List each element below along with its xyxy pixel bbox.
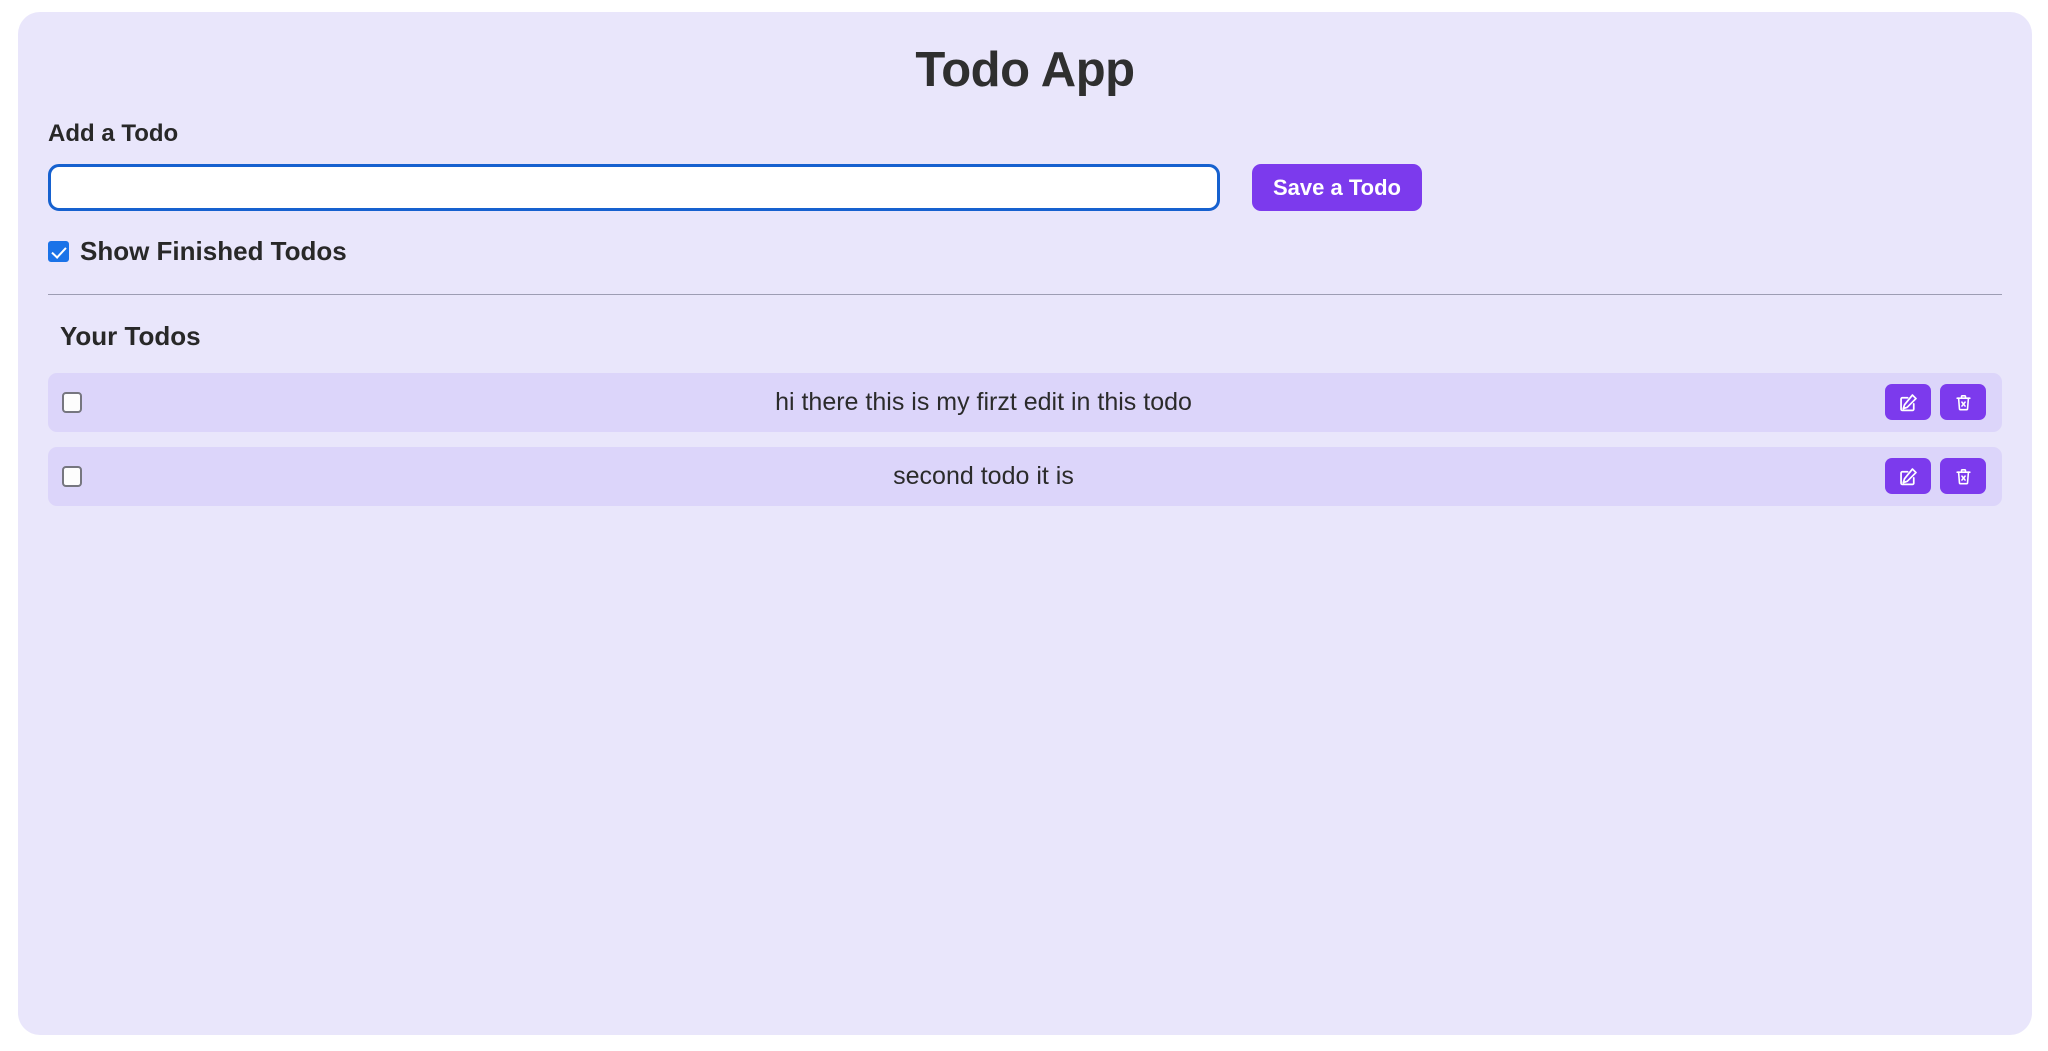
todo-done-checkbox[interactable] xyxy=(62,391,82,413)
todo-list-item[interactable]: second todo it is xyxy=(48,446,2002,506)
show-finished-label: Show Finished Todos xyxy=(80,235,347,266)
checkbox-checked-icon[interactable] xyxy=(48,240,69,262)
todo-app-card: Todo App Add a Todo Save a Todo Show Fin… xyxy=(18,12,2032,1035)
delete-todo-button[interactable] xyxy=(1940,458,1986,495)
edit-todo-button[interactable] xyxy=(1885,458,1931,495)
add-todo-label: Add a Todo xyxy=(48,120,179,148)
trash-x-icon xyxy=(1954,392,1973,413)
edit-pencil-square-icon xyxy=(1898,392,1919,413)
page-title: Todo App xyxy=(915,43,1135,97)
todo-list-item[interactable]: hi there this is my firzt edit in this t… xyxy=(48,372,2002,432)
todo-text-input[interactable] xyxy=(48,163,1220,211)
todo-done-checkbox[interactable] xyxy=(62,465,82,487)
your-todos-heading: Your Todos xyxy=(60,320,201,351)
todo-list: hi there this is my firzt edit in this t… xyxy=(48,372,2002,506)
todo-item-actions xyxy=(1885,458,1986,495)
show-finished-filter-row[interactable]: Show Finished Todos xyxy=(48,236,2002,267)
section-divider xyxy=(48,293,2002,295)
todo-item-text: second todo it is xyxy=(893,462,1074,491)
trash-x-icon xyxy=(1954,466,1973,487)
save-todo-button[interactable]: Save a Todo xyxy=(1252,163,1422,211)
edit-pencil-square-icon xyxy=(1898,466,1919,487)
todo-item-text: hi there this is my firzt edit in this t… xyxy=(775,388,1192,417)
delete-todo-button[interactable] xyxy=(1940,384,1986,421)
todo-item-actions xyxy=(1885,384,1986,421)
add-todo-input-row: Save a Todo xyxy=(48,163,2002,211)
add-todo-section: Add a Todo Save a Todo Show Finished Tod… xyxy=(18,118,2032,266)
edit-todo-button[interactable] xyxy=(1885,384,1931,421)
